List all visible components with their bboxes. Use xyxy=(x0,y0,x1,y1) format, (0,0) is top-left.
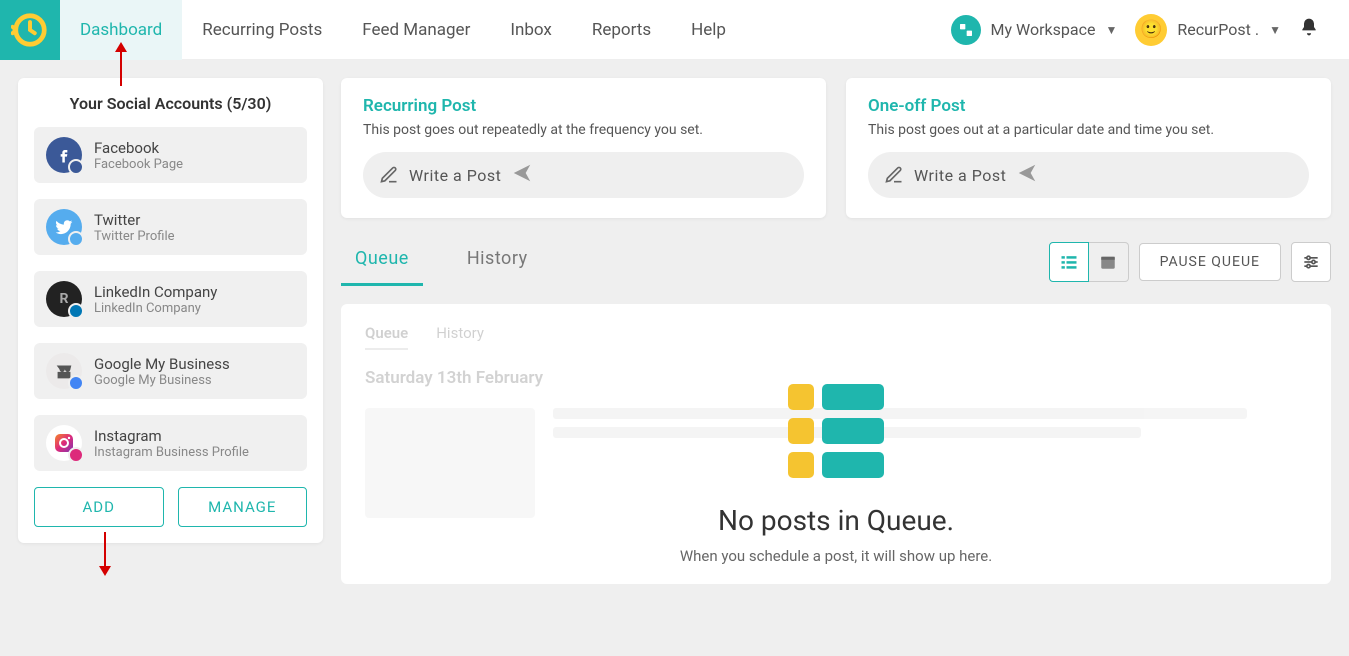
workspace-label: My Workspace xyxy=(991,20,1096,39)
nav-help[interactable]: Help xyxy=(671,0,746,60)
account-name: Instagram xyxy=(94,427,249,445)
account-name: Google My Business xyxy=(94,355,230,373)
workspace-icon xyxy=(951,15,981,45)
oneoff-post-card: One-off Post This post goes out at a par… xyxy=(846,78,1331,218)
workspace-switcher[interactable]: My Workspace ▼ xyxy=(951,15,1118,45)
account-name: LinkedIn Company xyxy=(94,283,217,301)
tab-queue[interactable]: Queue xyxy=(341,238,423,286)
facebook-icon xyxy=(46,137,82,173)
user-label: RecurPost . xyxy=(1177,20,1259,39)
empty-title: No posts in Queue. xyxy=(341,504,1331,537)
edit-icon xyxy=(884,165,904,185)
app-logo[interactable] xyxy=(0,0,60,60)
write-recurring-post-button[interactable]: Write a Post xyxy=(363,152,804,198)
account-twitter[interactable]: Twitter Twitter Profile xyxy=(34,199,307,255)
send-icon xyxy=(511,162,533,188)
edit-icon xyxy=(379,165,399,185)
account-instagram[interactable]: Instagram Instagram Business Profile xyxy=(34,415,307,471)
account-sub: LinkedIn Company xyxy=(94,301,217,316)
social-accounts-title: Your Social Accounts (5/30) xyxy=(34,94,307,113)
account-name: Twitter xyxy=(94,211,175,229)
account-sub: Twitter Profile xyxy=(94,229,175,244)
notifications-icon[interactable] xyxy=(1299,17,1319,42)
nav-inbox[interactable]: Inbox xyxy=(490,0,572,60)
account-sub: Google My Business xyxy=(94,373,230,388)
avatar: 🙂 xyxy=(1135,14,1167,46)
filter-button[interactable] xyxy=(1291,242,1331,282)
nav-feed-manager[interactable]: Feed Manager xyxy=(342,0,490,60)
oneoff-post-desc: This post goes out at a particular date … xyxy=(868,122,1309,138)
tab-history[interactable]: History xyxy=(453,238,542,286)
linkedin-icon: R xyxy=(46,281,82,317)
account-name: Facebook xyxy=(94,139,183,157)
write-post-label: Write a Post xyxy=(914,166,1006,185)
account-linkedin[interactable]: R LinkedIn Company LinkedIn Company xyxy=(34,271,307,327)
manage-accounts-button[interactable]: MANAGE xyxy=(178,487,308,527)
recurring-post-title: Recurring Post xyxy=(363,96,804,116)
top-nav: Dashboard Recurring Posts Feed Manager I… xyxy=(60,0,746,60)
account-facebook[interactable]: Facebook Facebook Page xyxy=(34,127,307,183)
write-oneoff-post-button[interactable]: Write a Post xyxy=(868,152,1309,198)
account-sub: Instagram Business Profile xyxy=(94,445,249,460)
send-icon xyxy=(1016,162,1038,188)
empty-queue-icon xyxy=(788,384,884,486)
google-my-business-icon xyxy=(46,353,82,389)
list-view-button[interactable] xyxy=(1049,242,1089,282)
empty-sub: When you schedule a post, it will show u… xyxy=(341,547,1331,565)
nav-dashboard[interactable]: Dashboard xyxy=(60,0,182,60)
chevron-down-icon: ▼ xyxy=(1105,23,1117,37)
ghost-tabs: Queue History xyxy=(365,324,1307,350)
write-post-label: Write a Post xyxy=(409,166,501,185)
account-google-my-business[interactable]: Google My Business Google My Business xyxy=(34,343,307,399)
twitter-icon xyxy=(46,209,82,245)
recurring-post-desc: This post goes out repeatedly at the fre… xyxy=(363,122,804,138)
recurring-post-card: Recurring Post This post goes out repeat… xyxy=(341,78,826,218)
oneoff-post-title: One-off Post xyxy=(868,96,1309,116)
calendar-view-button[interactable] xyxy=(1089,242,1129,282)
chevron-down-icon: ▼ xyxy=(1269,23,1281,37)
queue-content: Queue History Saturday 13th February xyxy=(341,304,1331,584)
pause-queue-button[interactable]: PAUSE QUEUE xyxy=(1139,243,1281,281)
user-menu[interactable]: 🙂 RecurPost . ▼ xyxy=(1135,14,1281,46)
empty-state: No posts in Queue. When you schedule a p… xyxy=(341,384,1331,565)
account-sub: Facebook Page xyxy=(94,157,183,172)
nav-reports[interactable]: Reports xyxy=(572,0,671,60)
instagram-icon xyxy=(46,425,82,461)
nav-recurring-posts[interactable]: Recurring Posts xyxy=(182,0,342,60)
social-accounts-panel: Your Social Accounts (5/30) Facebook Fac… xyxy=(18,78,323,543)
add-account-button[interactable]: ADD xyxy=(34,487,164,527)
